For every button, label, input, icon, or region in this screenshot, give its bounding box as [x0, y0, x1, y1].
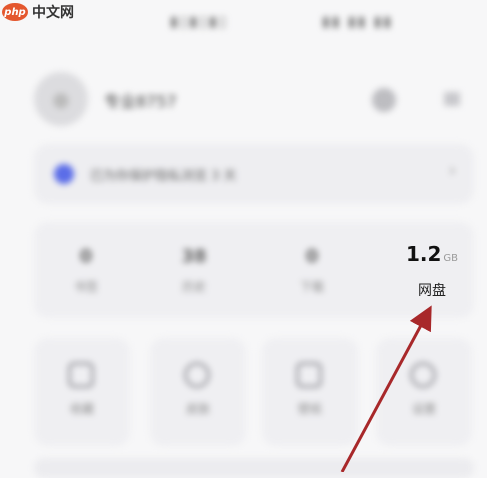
- annotation-arrow: [340, 305, 432, 472]
- watermark-text: 中文网: [32, 5, 74, 21]
- watermark: php 中文网: [2, 2, 74, 22]
- watermark-logo: php: [2, 3, 28, 21]
